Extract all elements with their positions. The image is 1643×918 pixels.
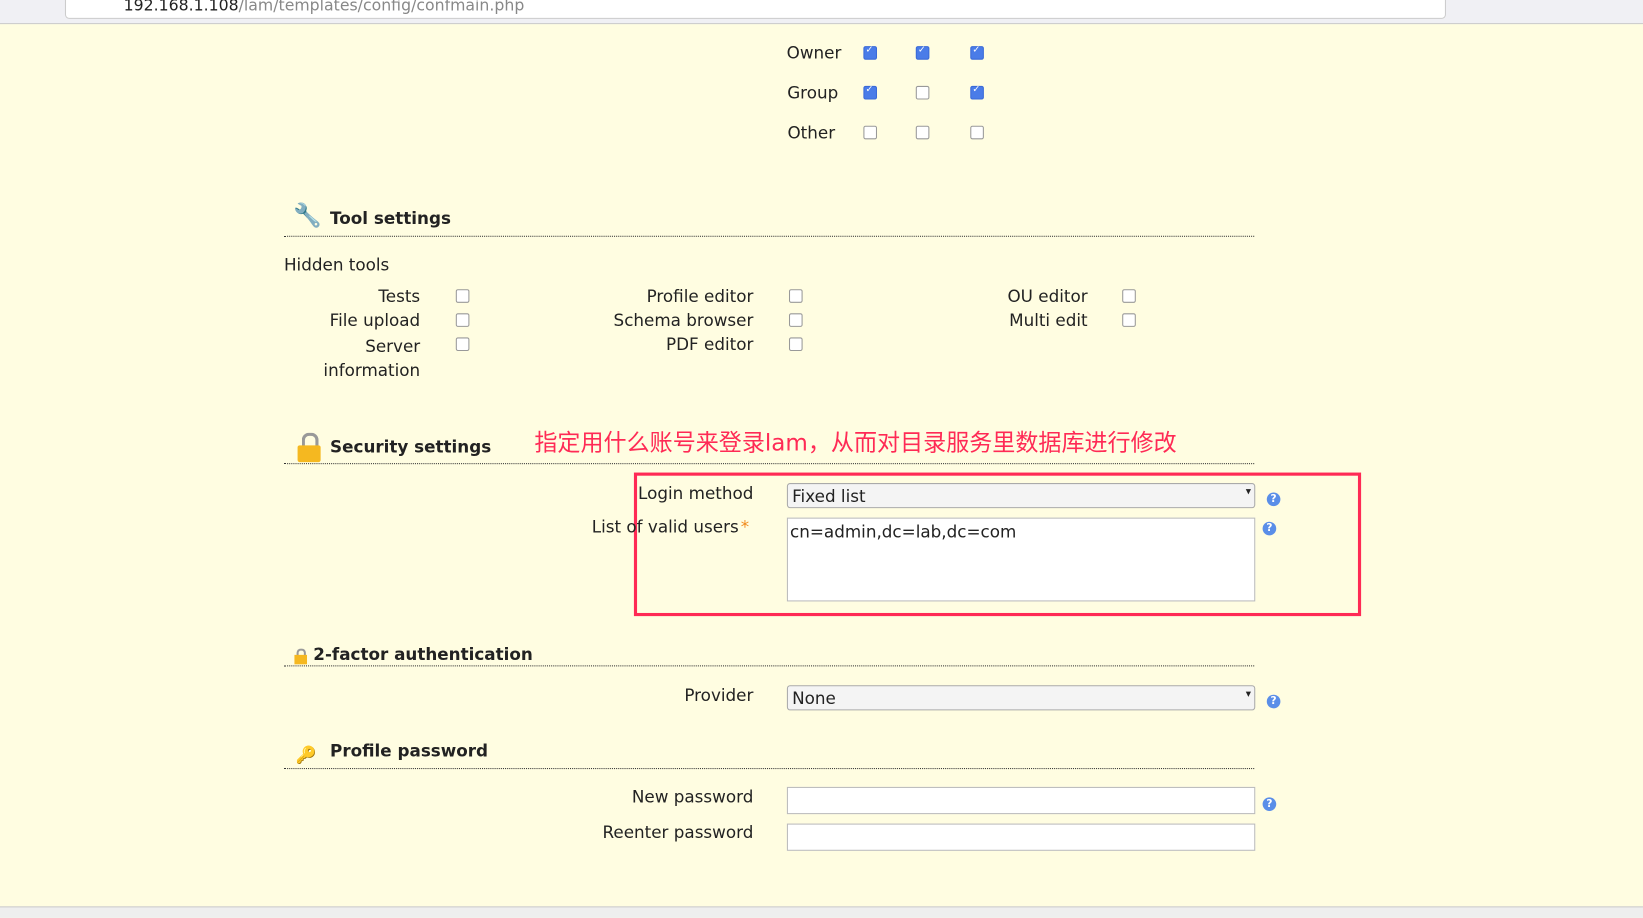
key-icon: 🔑	[295, 744, 317, 765]
new-password-label: New password	[631, 786, 754, 807]
reenter-password-label: Reenter password	[602, 822, 754, 843]
small-lock-icon	[294, 648, 308, 665]
tool-multi-edit-checkbox[interactable]	[1122, 313, 1136, 327]
lock-icon	[297, 432, 321, 463]
tool-tests-checkbox[interactable]	[455, 289, 470, 303]
tool-profile-editor-label: Profile editor	[646, 286, 754, 306]
profile-password-heading: Profile password	[330, 740, 489, 761]
tool-profile-editor-checkbox[interactable]	[788, 289, 803, 303]
perm-owner-checkbox-2[interactable]	[970, 45, 984, 60]
status-bar	[0, 906, 1643, 918]
divider	[283, 768, 1255, 770]
divider	[283, 665, 1255, 667]
perm-group-label: Group	[787, 82, 839, 103]
valid-users-label: List of valid users	[591, 516, 739, 537]
tool-pdf-editor-label: PDF editor	[666, 334, 754, 355]
annotation-text: 指定用什么账号来登录lam，从而对目录服务里数据库进行修改	[534, 430, 1177, 457]
help-icon[interactable]: ?	[1262, 521, 1277, 536]
tool-file-upload-label: File upload	[329, 310, 421, 331]
tool-settings-heading: Tool settings	[330, 208, 451, 229]
reenter-password-input[interactable]	[786, 823, 1256, 851]
tool-pdf-editor-checkbox[interactable]	[788, 337, 803, 352]
tool-ou-editor-label: OU editor	[1007, 286, 1088, 306]
perm-other-checkbox-1[interactable]	[915, 125, 930, 140]
provider-select[interactable]: None	[786, 685, 1256, 711]
perm-other-checkbox-0[interactable]	[863, 125, 878, 140]
tool-file-upload-checkbox[interactable]	[455, 313, 470, 327]
help-icon[interactable]: ?	[1266, 694, 1281, 709]
perm-group-checkbox-0[interactable]	[863, 85, 878, 100]
login-method-select[interactable]: Fixed list	[786, 483, 1256, 509]
perm-other-label: Other	[787, 122, 836, 143]
help-icon[interactable]: ?	[1262, 797, 1277, 811]
help-icon[interactable]: ?	[1266, 492, 1281, 507]
tool-tests-label: Tests	[378, 286, 421, 306]
wrench-icon: 🔧	[293, 203, 323, 230]
security-settings-heading: Security settings	[330, 436, 492, 457]
valid-users-textarea[interactable]: cn=admin,dc=lab,dc=com	[786, 517, 1256, 602]
login-method-label: Login method	[638, 483, 754, 503]
divider	[283, 235, 1255, 237]
perm-owner-checkbox-0[interactable]	[863, 45, 878, 60]
tool-schema-browser-checkbox[interactable]	[788, 313, 803, 327]
provider-label: Provider	[684, 685, 754, 706]
tool-multi-edit-label: Multi edit	[1009, 310, 1088, 331]
url-text[interactable]: 192.168.1.108/lam/templates/config/confm…	[124, 0, 525, 15]
tool-ou-editor-checkbox[interactable]	[1122, 289, 1136, 303]
tool-server-info-checkbox[interactable]	[455, 337, 470, 352]
new-password-input[interactable]	[786, 786, 1256, 815]
perm-group-checkbox-2[interactable]	[970, 85, 984, 100]
perm-owner-label: Owner	[786, 42, 842, 63]
required-mark: *	[740, 516, 750, 537]
divider	[283, 463, 1255, 465]
two-factor-heading: 2-factor authentication	[313, 644, 533, 665]
perm-group-checkbox-1[interactable]	[915, 85, 930, 100]
tool-schema-browser-label: Schema browser	[613, 310, 754, 331]
perm-other-checkbox-2[interactable]	[970, 125, 984, 140]
tool-server-info-label: Server information	[323, 336, 421, 381]
hidden-tools-label: Hidden tools	[283, 254, 390, 275]
perm-owner-checkbox-1[interactable]	[915, 45, 930, 60]
